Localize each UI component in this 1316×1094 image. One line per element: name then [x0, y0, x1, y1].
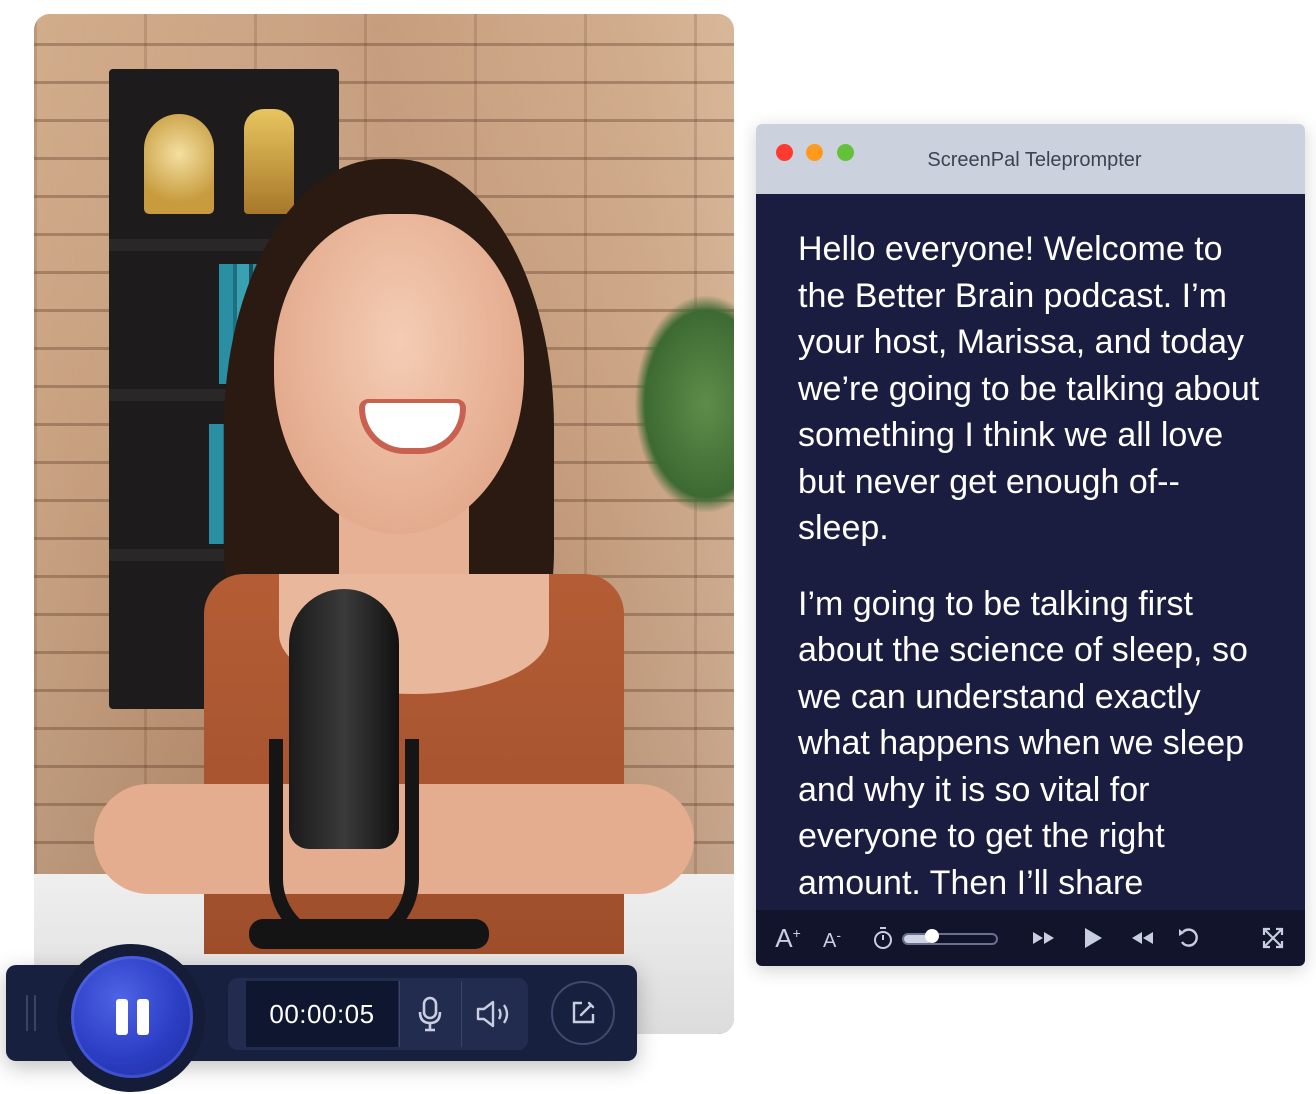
clock-decoration [144, 114, 214, 214]
restart-button[interactable] [1172, 910, 1206, 966]
script-paragraph: I’m going to be talking first about the … [798, 584, 1248, 902]
host-face [274, 214, 524, 534]
edit-icon [572, 1001, 595, 1024]
pause-icon [115, 999, 128, 1035]
script-text-area[interactable]: Hello everyone! Welcome to the Better Br… [756, 194, 1305, 910]
speed-slider[interactable] [902, 929, 998, 945]
window-title: ScreenPal Teleprompter [927, 149, 1142, 171]
microphone-base [249, 919, 489, 949]
fast-forward-button[interactable] [1026, 910, 1062, 966]
teleprompter-controls: A + A- [756, 910, 1305, 966]
rewind-button[interactable] [1124, 910, 1160, 966]
speaker-button[interactable] [463, 981, 525, 1047]
fast-forward-icon [1033, 932, 1054, 944]
title-bar[interactable]: ScreenPal Teleprompter [756, 124, 1305, 194]
fullscreen-icon [1262, 927, 1284, 949]
recording-timer: 00:00:05 [246, 981, 398, 1047]
plant [634, 294, 734, 514]
trophy-decoration [244, 109, 294, 214]
microphone [289, 589, 399, 849]
pause-button[interactable] [71, 956, 193, 1078]
script-paragraph: Hello everyone! Welcome to the Better Br… [798, 230, 1260, 547]
timer-button[interactable] [868, 910, 898, 966]
rewind-icon [1132, 932, 1153, 944]
play-button[interactable] [1076, 910, 1110, 966]
fullscreen-button[interactable] [1256, 910, 1290, 966]
restart-icon [1179, 928, 1198, 947]
speed-slider-handle[interactable] [924, 929, 939, 943]
teleprompter-window: ScreenPal Teleprompter Hello everyone! W… [756, 124, 1305, 966]
drag-handle[interactable] [26, 995, 36, 1031]
play-icon [1085, 928, 1102, 948]
edit-button[interactable] [551, 981, 615, 1045]
microphone-icon [418, 996, 442, 1032]
microphone-button[interactable] [399, 981, 461, 1047]
increase-font-button[interactable]: A + [770, 910, 806, 966]
speaker-icon [476, 1000, 509, 1028]
divider [461, 981, 462, 1047]
podcast-host-photo [34, 14, 734, 1034]
timer-icon [874, 927, 892, 949]
decrease-font-button[interactable]: A- [816, 910, 848, 966]
